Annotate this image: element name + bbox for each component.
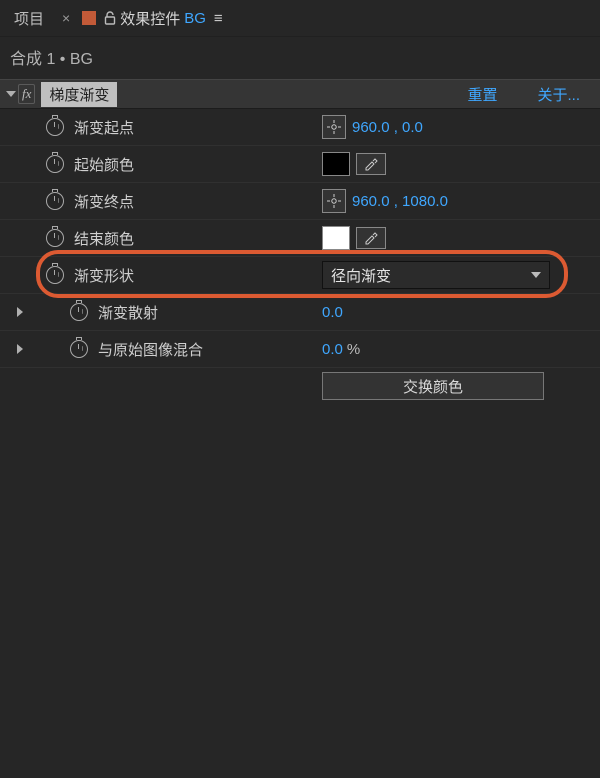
dropdown-value: 径向渐变 bbox=[331, 265, 391, 286]
param-label: 与原始图像混合 bbox=[98, 339, 203, 360]
stopwatch-icon[interactable] bbox=[46, 155, 64, 173]
param-row-shape: 渐变形状 径向渐变 bbox=[0, 257, 600, 294]
param-row-end-color: 结束颜色 bbox=[0, 220, 600, 257]
param-label: 渐变散射 bbox=[98, 302, 158, 323]
panel-title: 效果控件 bbox=[120, 8, 180, 29]
stopwatch-icon[interactable] bbox=[70, 340, 88, 358]
chevron-down-icon bbox=[531, 272, 541, 278]
param-value[interactable]: 0.0 bbox=[322, 341, 343, 358]
eyedropper-button[interactable] bbox=[356, 227, 386, 249]
panel-tabs: 项目 × 效果控件 BG ≡ bbox=[0, 0, 600, 37]
crosshair-button[interactable] bbox=[322, 115, 346, 139]
unlock-icon bbox=[102, 10, 118, 26]
param-row-scatter: 渐变散射 0.0 bbox=[0, 294, 600, 331]
param-label: 起始颜色 bbox=[74, 154, 134, 175]
shape-dropdown[interactable]: 径向渐变 bbox=[322, 261, 550, 289]
param-label: 渐变起点 bbox=[74, 117, 134, 138]
stopwatch-icon[interactable] bbox=[46, 192, 64, 210]
expand-icon[interactable] bbox=[17, 344, 23, 354]
color-swatch-black[interactable] bbox=[322, 152, 350, 176]
breadcrumb: 合成 1 • BG bbox=[0, 37, 600, 79]
color-swatch-white[interactable] bbox=[322, 226, 350, 250]
effect-about-link[interactable]: 关于... bbox=[537, 84, 580, 105]
tab-project[interactable]: 项目 bbox=[6, 4, 52, 33]
param-row-blend: 与原始图像混合 0.0 % bbox=[0, 331, 600, 368]
panel-menu-icon[interactable]: ≡ bbox=[214, 10, 223, 27]
param-label: 渐变终点 bbox=[74, 191, 134, 212]
tab-close-icon[interactable]: × bbox=[62, 10, 70, 26]
param-value[interactable]: 960.0 , 0.0 bbox=[352, 119, 423, 136]
stopwatch-icon[interactable] bbox=[46, 229, 64, 247]
param-unit: % bbox=[347, 341, 360, 358]
param-value[interactable]: 0.0 bbox=[322, 304, 343, 321]
param-value[interactable]: 960.0 , 1080.0 bbox=[352, 193, 448, 210]
effect-header: fx 梯度渐变 重置 关于... bbox=[0, 79, 600, 109]
stopwatch-icon[interactable] bbox=[46, 118, 64, 136]
stopwatch-icon[interactable] bbox=[70, 303, 88, 321]
param-row-start-color: 起始颜色 bbox=[0, 146, 600, 183]
crosshair-button[interactable] bbox=[322, 189, 346, 213]
layer-color-swatch bbox=[82, 11, 96, 25]
effect-name[interactable]: 梯度渐变 bbox=[41, 82, 117, 107]
stopwatch-icon[interactable] bbox=[46, 266, 64, 284]
swap-row: 交换颜色 bbox=[0, 368, 600, 404]
effect-reset-link[interactable]: 重置 bbox=[467, 84, 497, 105]
fx-badge[interactable]: fx bbox=[18, 84, 35, 104]
panel-layer-name: BG bbox=[184, 10, 206, 27]
effect-expand-icon[interactable] bbox=[6, 91, 16, 97]
param-label: 渐变形状 bbox=[74, 265, 134, 286]
eyedropper-button[interactable] bbox=[356, 153, 386, 175]
param-row-end-point: 渐变终点 960.0 , 1080.0 bbox=[0, 183, 600, 220]
swap-colors-button[interactable]: 交换颜色 bbox=[322, 372, 544, 400]
expand-icon[interactable] bbox=[17, 307, 23, 317]
param-label: 结束颜色 bbox=[74, 228, 134, 249]
param-row-start-point: 渐变起点 960.0 , 0.0 bbox=[0, 109, 600, 146]
